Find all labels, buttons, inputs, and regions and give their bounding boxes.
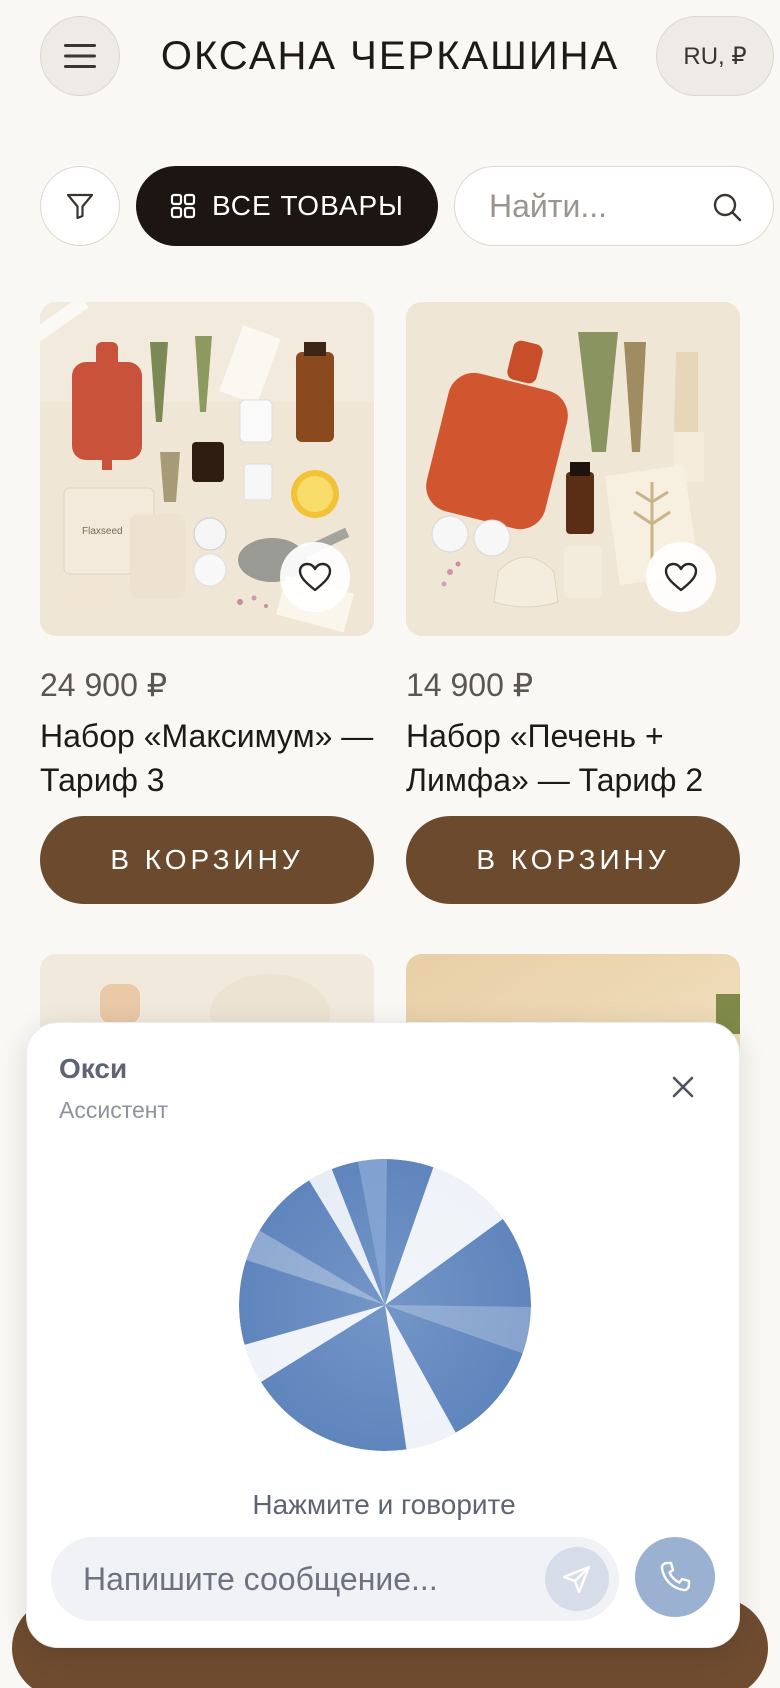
send-icon — [562, 1565, 591, 1594]
add-to-cart-button[interactable]: В КОРЗИНУ — [40, 816, 374, 904]
filter-button[interactable] — [40, 166, 120, 246]
close-icon[interactable] — [671, 1075, 695, 1099]
favorite-button[interactable] — [646, 542, 716, 612]
grid-icon — [170, 193, 196, 219]
assistant-role: Ассистент — [59, 1097, 168, 1123]
brand-title[interactable]: ОКСАНА ЧЕРКАШИНА — [120, 26, 660, 86]
message-input[interactable] — [83, 1537, 523, 1621]
all-products-button[interactable]: ВСЕ ТОВАРЫ — [136, 166, 438, 246]
product-image[interactable] — [406, 302, 740, 636]
search-icon[interactable] — [711, 191, 743, 223]
message-box[interactable] — [51, 1537, 619, 1621]
all-products-label: ВСЕ ТОВАРЫ — [212, 190, 404, 221]
favorite-button[interactable] — [280, 542, 350, 612]
assistant-name: Окси — [59, 1053, 128, 1084]
voice-orb[interactable] — [237, 1157, 533, 1453]
phone-icon — [660, 1561, 691, 1592]
add-to-cart-button[interactable]: В КОРЗИНУ — [406, 816, 740, 904]
product-image[interactable]: Flaxseed — [40, 302, 374, 636]
svg-text:Flaxseed: Flaxseed — [82, 526, 123, 537]
heart-icon — [298, 562, 332, 592]
call-button[interactable] — [635, 1537, 715, 1617]
search-box[interactable] — [454, 166, 774, 246]
heart-icon — [664, 562, 698, 592]
voice-hint: Нажмите и говорите — [252, 1489, 516, 1520]
product-price: 24 900 ₽ — [40, 667, 168, 703]
product-price: 14 900 ₽ — [406, 667, 534, 703]
send-button[interactable] — [545, 1547, 609, 1611]
filter-icon — [66, 193, 94, 220]
hamburger-icon — [64, 44, 96, 68]
product-name[interactable]: Набор «Максимум» — Тариф 3 — [40, 714, 374, 802]
header: ОКСАНА ЧЕРКАШИНА RU, ₽ — [0, 0, 780, 112]
menu-button[interactable] — [40, 16, 120, 96]
assistant-panel: Окси Ассистент Нажмите и говорите — [26, 1022, 740, 1648]
locale-currency-button[interactable]: RU, ₽ — [656, 16, 774, 96]
product-name[interactable]: Набор «Печень + Лимфа» — Тариф 2 — [406, 714, 740, 802]
search-input[interactable] — [489, 167, 709, 245]
